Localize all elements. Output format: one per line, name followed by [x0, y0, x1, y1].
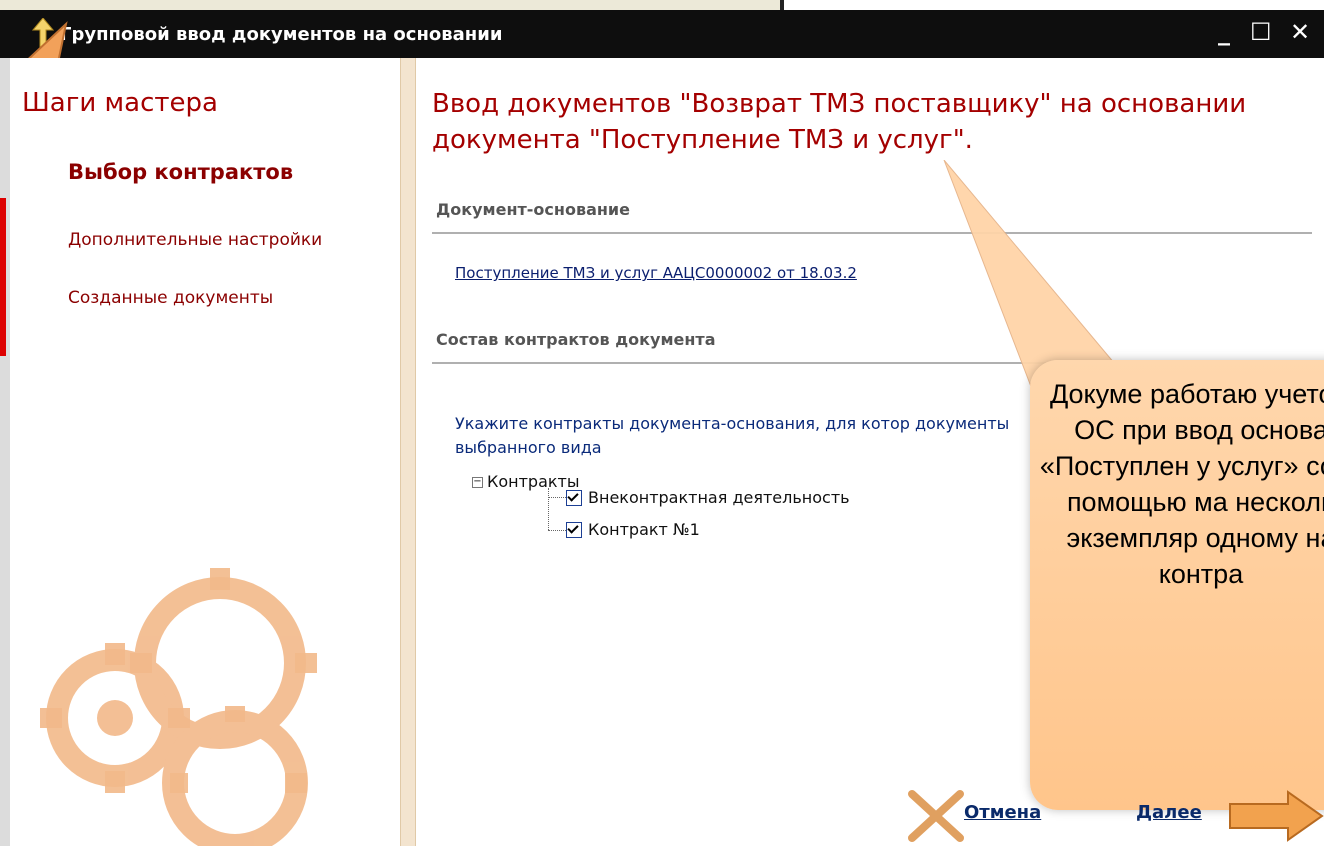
step-additional-settings[interactable]: Дополнительные настройки: [68, 230, 322, 250]
gears-decoration-icon: [40, 568, 317, 846]
page-title: Ввод документов "Возврат ТМЗ поставщику"…: [432, 89, 1247, 155]
tree-item[interactable]: Внеконтрактная деятельность: [566, 488, 850, 507]
sidebar-title: Шаги мастера: [22, 88, 218, 118]
window-title: Групповой ввод документов на основании: [60, 24, 503, 45]
tree-item-label: Внеконтрактная деятельность: [588, 488, 850, 507]
next-arrow-icon[interactable]: [1228, 790, 1324, 842]
tree-connector: [548, 488, 549, 530]
collapse-icon[interactable]: −: [472, 477, 483, 488]
tree-connector: [548, 530, 566, 531]
step-created-documents[interactable]: Созданные документы: [68, 288, 273, 308]
close-button[interactable]: ✕: [1290, 18, 1310, 46]
base-document-link[interactable]: Поступление ТМЗ и услуг ААЦС0000002 от 1…: [455, 264, 857, 282]
minimize-button[interactable]: _: [1218, 18, 1230, 46]
background-window-strip: [0, 0, 784, 10]
step-select-contracts[interactable]: Выбор контрактов: [68, 160, 293, 184]
left-edge-highlight: [0, 198, 6, 356]
sidebar-divider: [400, 58, 416, 846]
next-button[interactable]: Далее: [1136, 802, 1202, 823]
checkbox[interactable]: [566, 489, 582, 506]
checkbox[interactable]: [566, 521, 582, 538]
wizard-window: Групповой ввод документов на основании _…: [0, 0, 1324, 846]
callout-text: Докуме работаю учетом ОС при ввод основа…: [1039, 379, 1324, 589]
section-base-document: Документ-основание: [436, 200, 630, 219]
title-bar[interactable]: Групповой ввод документов на основании _…: [0, 10, 1324, 58]
section-contracts: Состав контрактов документа: [436, 330, 716, 349]
section-divider: [432, 232, 1312, 234]
tree-item[interactable]: Контракт №1: [566, 520, 700, 539]
tree-connector: [548, 497, 566, 498]
maximize-button[interactable]: ☐: [1250, 18, 1272, 46]
wizard-sidebar: Шаги мастера Выбор контрактов Дополнител…: [10, 58, 400, 846]
cancel-button[interactable]: Отмена: [964, 802, 1041, 823]
tree-root[interactable]: − Контракты: [472, 472, 580, 491]
cancel-x-icon[interactable]: [908, 790, 964, 842]
tree-item-label: Контракт №1: [588, 520, 700, 539]
